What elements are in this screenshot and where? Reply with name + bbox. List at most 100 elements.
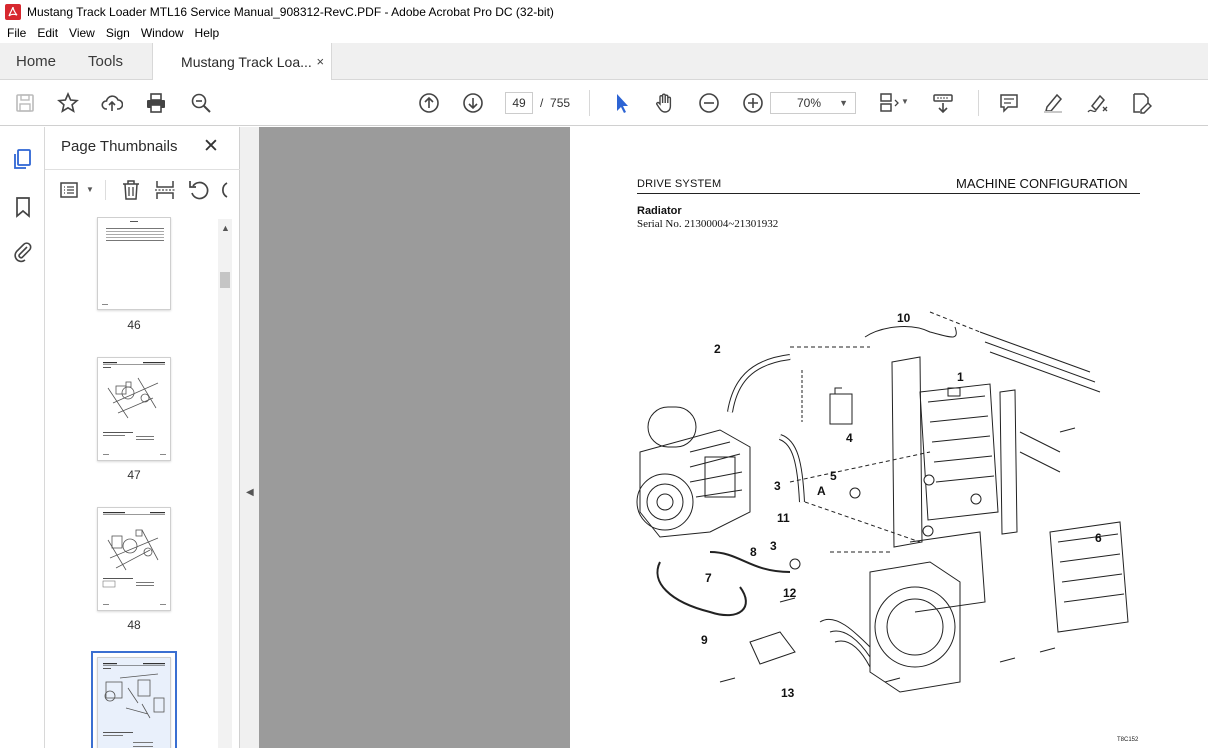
- left-rail: [0, 127, 45, 748]
- callout-2: 2: [714, 342, 721, 356]
- close-panel-icon[interactable]: ✕: [203, 135, 219, 158]
- chevron-down-icon: ▼: [839, 98, 848, 108]
- section-title: Radiator: [637, 205, 682, 217]
- serial-range: Serial No. 21300004~21301932: [637, 218, 779, 230]
- menu-edit[interactable]: Edit: [32, 26, 63, 40]
- zoom-in-icon[interactable]: [740, 90, 766, 116]
- thumbnail-page-47[interactable]: [97, 357, 171, 461]
- page-header-left: DRIVE SYSTEM: [637, 178, 722, 190]
- panel-toolbar: ▼: [45, 169, 240, 209]
- thumbnail-label: 46: [127, 318, 141, 332]
- zoom-level-select[interactable]: 70% ▼: [770, 92, 856, 114]
- figure-code: T8C152: [1117, 737, 1139, 743]
- page-46-preview: [102, 221, 164, 305]
- select-cursor-icon[interactable]: [608, 90, 634, 116]
- document-canvas[interactable]: DRIVE SYSTEM MACHINE CONFIGURATION Radia…: [259, 127, 1208, 748]
- menu-help[interactable]: Help: [190, 26, 225, 40]
- page-49-preview: [103, 663, 165, 747]
- thumbnail-list: 46 47 48: [45, 217, 217, 748]
- callout-7: 7: [705, 571, 712, 585]
- tab-bar: Home Tools Mustang Track Loa... ×: [0, 43, 1208, 81]
- toolbar-divider: [978, 90, 979, 116]
- draw-sign-icon[interactable]: [1084, 90, 1110, 116]
- page-separator: /: [540, 96, 544, 110]
- callout-11: 11: [777, 511, 790, 525]
- bookmark-icon[interactable]: [11, 195, 35, 219]
- rotate-more-icon[interactable]: [217, 178, 229, 202]
- callout-3b: 3: [770, 539, 777, 553]
- panel-title: Page Thumbnails: [61, 138, 178, 155]
- toolbar-divider: [589, 90, 590, 116]
- zoom-level-value: 70%: [797, 96, 822, 110]
- star-icon[interactable]: [55, 90, 81, 116]
- title-bar: Mustang Track Loader MTL16 Service Manua…: [0, 0, 1208, 23]
- page-thumbnails-icon[interactable]: [11, 147, 35, 171]
- document-tab-label: Mustang Track Loa...: [181, 54, 312, 70]
- header-rule: [637, 193, 1140, 194]
- scroll-up-icon[interactable]: ▲: [221, 223, 230, 233]
- highlight-pen-icon[interactable]: [1040, 90, 1066, 116]
- thumbnail-options-icon[interactable]: [59, 178, 83, 202]
- comment-icon[interactable]: [996, 90, 1022, 116]
- tab-document[interactable]: Mustang Track Loa... ×: [152, 43, 333, 81]
- extract-pages-icon[interactable]: [153, 178, 177, 202]
- callout-4: 4: [846, 431, 853, 445]
- menu-file[interactable]: File: [2, 26, 31, 40]
- page-count: / 755: [540, 96, 570, 110]
- menu-view[interactable]: View: [64, 26, 100, 40]
- print-icon[interactable]: [143, 90, 169, 116]
- menu-window[interactable]: Window: [136, 26, 189, 40]
- zoom-search-icon[interactable]: [188, 90, 214, 116]
- menu-bar: File Edit View Sign Window Help: [0, 23, 1208, 43]
- callout-10: 10: [897, 311, 911, 325]
- previous-page-icon[interactable]: [416, 90, 442, 116]
- thumbnail-label: 48: [127, 618, 141, 632]
- zoom-out-icon[interactable]: [696, 90, 722, 116]
- page-fit-icon[interactable]: [876, 90, 902, 116]
- callout-6: 6: [1095, 531, 1102, 545]
- page-48-preview: [102, 512, 166, 605]
- pdf-page: DRIVE SYSTEM MACHINE CONFIGURATION Radia…: [570, 127, 1208, 748]
- save-icon[interactable]: [12, 90, 38, 116]
- callout-13: 13: [781, 686, 795, 700]
- engine-block: [636, 406, 751, 538]
- tab-home[interactable]: Home: [0, 43, 72, 79]
- panel-divider: [105, 180, 106, 200]
- acrobat-icon: [5, 3, 21, 20]
- page-header-right: MACHINE CONFIGURATION: [956, 176, 1128, 191]
- tab-tools[interactable]: Tools: [72, 43, 139, 79]
- thumbnail-page-48[interactable]: [97, 507, 171, 611]
- attachment-icon[interactable]: [11, 240, 35, 264]
- thumbnail-page-46[interactable]: [97, 217, 171, 310]
- callout-A: A: [817, 484, 826, 498]
- upload-cloud-icon[interactable]: [99, 90, 125, 116]
- page-number-input[interactable]: 49: [505, 92, 533, 114]
- thumbnails-panel: Page Thumbnails ✕ ▼ 46 47 48 ▲: [45, 127, 240, 748]
- page-47-preview: [103, 362, 166, 455]
- menu-sign[interactable]: Sign: [101, 26, 135, 40]
- rotate-icon[interactable]: [187, 178, 211, 202]
- close-tab-icon[interactable]: ×: [316, 54, 324, 69]
- chevron-down-icon[interactable]: ▼: [86, 185, 94, 194]
- scrollbar-thumb[interactable]: [220, 272, 230, 288]
- collapse-panel-icon[interactable]: ◀: [246, 487, 254, 498]
- edit-pdf-icon[interactable]: [1128, 90, 1154, 116]
- callout-5: 5: [830, 469, 837, 483]
- panel-splitter[interactable]: ◀: [240, 127, 259, 748]
- callout-3a: 3: [774, 479, 781, 493]
- next-page-icon[interactable]: [460, 90, 486, 116]
- thumbnail-scrollbar[interactable]: ▲: [218, 219, 232, 748]
- toolbar: 49 / 755 70% ▼ ▼: [0, 80, 1208, 126]
- callout-1: 1: [957, 370, 964, 384]
- hand-tool-icon[interactable]: [652, 90, 678, 116]
- scroll-mode-icon[interactable]: [930, 90, 956, 116]
- window-title: Mustang Track Loader MTL16 Service Manua…: [27, 4, 554, 19]
- callout-8: 8: [750, 545, 757, 559]
- radiator-exploded-diagram: 1 2 3 3 4 5 6 7 8 9 10 11 12 13 A: [636, 311, 1129, 700]
- callout-12: 12: [783, 586, 797, 600]
- total-pages: 755: [550, 96, 571, 110]
- delete-icon[interactable]: [119, 178, 143, 202]
- chevron-down-icon[interactable]: ▼: [901, 97, 909, 106]
- thumbnail-label: 47: [127, 468, 141, 482]
- thumbnail-page-49[interactable]: [91, 651, 177, 748]
